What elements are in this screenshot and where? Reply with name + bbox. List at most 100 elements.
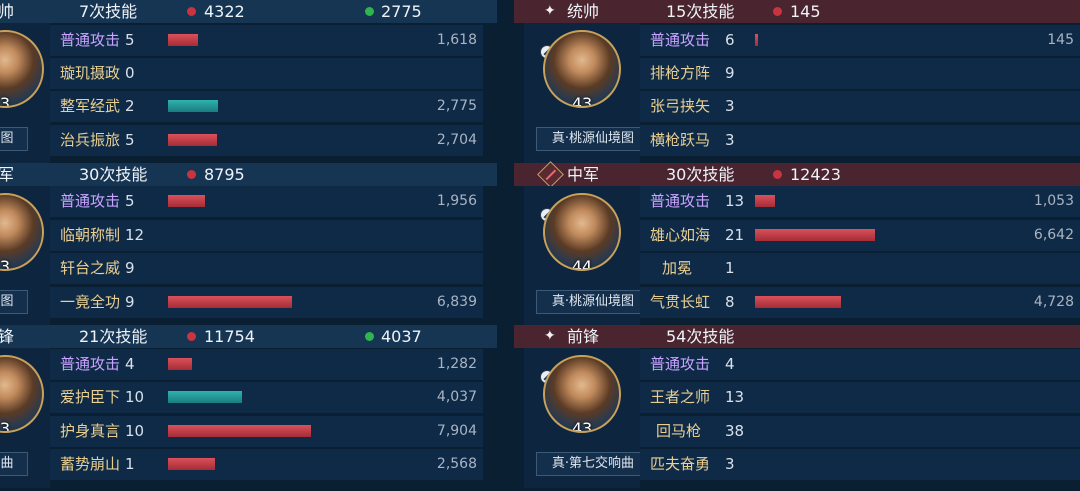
skill-uses: 4 (725, 355, 735, 373)
heal-dot-icon (365, 332, 374, 341)
damage-dot-icon (773, 7, 782, 16)
damage-total: 145 (790, 2, 821, 21)
skill-count: 21次技能 (79, 327, 148, 346)
skill-uses: 0 (125, 64, 135, 82)
skill-uses: 38 (725, 422, 745, 440)
skill-uses: 1 (125, 455, 135, 473)
sword-icon (537, 161, 564, 188)
heal-dot-icon (365, 7, 374, 16)
damage-dot-icon (773, 170, 782, 179)
damage-dot-icon (187, 170, 196, 179)
skill-uses: 9 (725, 64, 735, 82)
hero-section: 军 30次技能 8795 3 ★★★ 仙境图 普通攻击 5 1,956 临朝称制… (0, 163, 497, 326)
hero-section: ✦ 前锋 54次技能 43 ★★★★★ 真·第七交响曲 普通攻击 4 王者之师 … (514, 325, 1080, 488)
skill-name: 气贯长虹 (650, 293, 711, 311)
damage-bar (168, 458, 215, 470)
damage-bar (168, 296, 292, 308)
hero-card[interactable]: 43 ★★★★★ 真·第七交响曲 (524, 348, 650, 488)
skill-row: 普通攻击 5 1,618 (50, 25, 483, 56)
hero-card[interactable]: 3 ★★★ 交响曲 (0, 348, 50, 488)
skill-name: 王者之师 (650, 388, 711, 406)
hero-portrait: 43 ★★★★★ (543, 30, 621, 108)
hero-card[interactable]: 44 ★★★★★ 真·桃源仙境图 (524, 186, 650, 326)
skill-row: 临朝称制 12 (50, 220, 483, 251)
skill-uses: 6 (725, 31, 735, 49)
skill-row: 治兵振旅 5 2,704 (50, 125, 483, 156)
hero-position: 帅 (0, 2, 15, 21)
skill-value: 7,904 (436, 423, 477, 439)
skill-uses: 3 (725, 455, 735, 473)
skill-row: 一竟全功 9 6,839 (50, 287, 483, 318)
skill-uses: 2 (125, 97, 135, 115)
skill-name: 回马枪 (656, 422, 702, 440)
damage-bar (755, 229, 875, 241)
skill-uses: 1 (725, 259, 735, 277)
damage-bar (755, 195, 775, 207)
skill-name: 排枪方阵 (650, 64, 711, 82)
left-team-panel: 帅 7次技能 4322 2775 3 ★★★ 仙境图 普通攻击 5 1,618 … (0, 0, 497, 491)
damage-bar (168, 134, 217, 146)
damage-total: 12423 (790, 165, 841, 184)
damage-bar (168, 358, 192, 370)
skill-name: 普通攻击 (60, 192, 121, 210)
damage-dot-icon (187, 332, 196, 341)
skill-name: 护身真言 (60, 422, 121, 440)
skill-row: 璇玑摄政 0 (50, 58, 483, 89)
hero-portrait: 3 ★★★ (0, 355, 44, 433)
skill-row: 普通攻击 4 1,282 (50, 349, 483, 380)
damage-dot-icon (187, 7, 196, 16)
hero-portrait: 3 ★★★ (0, 193, 44, 271)
hero-card[interactable]: 3 ★★★ 仙境图 (0, 23, 50, 163)
skill-name: 璇玑摄政 (60, 64, 121, 82)
skill-value: 4,728 (1033, 294, 1074, 310)
skill-name: 加冕 (662, 259, 693, 277)
hero-header: 军 30次技能 8795 (0, 163, 497, 186)
star-icon: ✦ (544, 328, 556, 344)
hero-section: 帅 7次技能 4322 2775 3 ★★★ 仙境图 普通攻击 5 1,618 … (0, 0, 497, 163)
skill-uses: 13 (725, 192, 745, 210)
hero-card[interactable]: 3 ★★★ 仙境图 (0, 186, 50, 326)
skill-row: 护身真言 10 7,904 (50, 416, 483, 447)
damage-bar (755, 296, 841, 308)
hero-position: 前锋 (567, 327, 600, 346)
skill-name: 普通攻击 (60, 31, 121, 49)
heal-bar (168, 100, 218, 112)
skill-name: 蓄势崩山 (60, 455, 121, 473)
hero-banner: 真·第七交响曲 (536, 452, 650, 476)
hero-section: ✦ 统帅 15次技能 145 43 ★★★★★ 真·桃源仙境图 普通攻击 6 1… (514, 0, 1080, 163)
skill-row: 蓄势崩山 1 2,568 (50, 449, 483, 480)
skill-row: 横枪跃马 3 (640, 125, 1080, 156)
hero-level: 43 (571, 94, 593, 108)
hero-portrait: 44 ★★★★★ (543, 193, 621, 271)
hero-header: ✦ 统帅 15次技能 145 (514, 0, 1080, 23)
skill-uses: 21 (725, 226, 745, 244)
skill-count: 54次技能 (666, 327, 735, 346)
skill-row: 爱护臣下 10 4,037 (50, 382, 483, 413)
skill-name: 普通攻击 (650, 355, 711, 373)
skill-uses: 8 (725, 293, 735, 311)
skill-name: 整军经武 (60, 97, 121, 115)
skill-value: 1,956 (436, 193, 477, 209)
skill-count: 30次技能 (666, 165, 735, 184)
heal-total: 2775 (381, 2, 422, 21)
skill-row: 普通攻击 4 (640, 349, 1080, 380)
skill-value: 4,037 (436, 389, 477, 405)
skill-count: 30次技能 (79, 165, 148, 184)
skill-uses: 9 (125, 259, 135, 277)
skill-value: 2,568 (436, 456, 477, 472)
hero-level: 3 (0, 419, 11, 433)
damage-total: 8795 (204, 165, 245, 184)
hero-banner: 仙境图 (0, 127, 28, 151)
skill-name: 轩台之威 (60, 259, 121, 277)
skill-row: 张弓挟矢 3 (640, 91, 1080, 122)
hero-level: 44 (571, 257, 593, 271)
hero-card[interactable]: 43 ★★★★★ 真·桃源仙境图 (524, 23, 650, 163)
skill-name: 普通攻击 (650, 192, 711, 210)
hero-section: 中军 30次技能 12423 44 ★★★★★ 真·桃源仙境图 普通攻击 13 … (514, 161, 1080, 326)
damage-bar (168, 34, 198, 46)
skill-uses: 3 (725, 131, 735, 149)
skill-uses: 4 (125, 355, 135, 373)
star-icon: ✦ (544, 3, 556, 19)
skill-row: 普通攻击 13 1,053 (640, 186, 1080, 217)
skill-name: 爱护臣下 (60, 388, 121, 406)
